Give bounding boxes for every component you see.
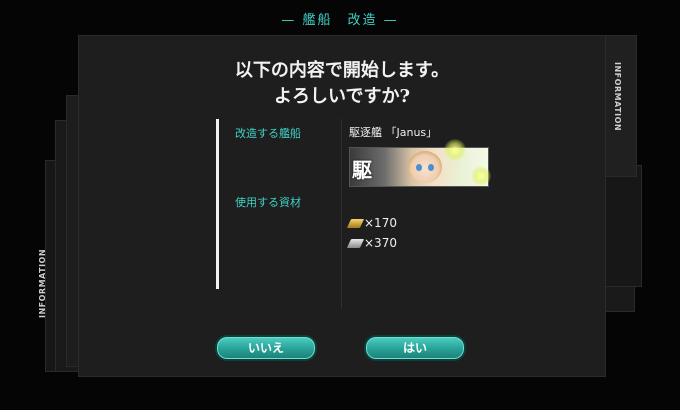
steel-icon (346, 239, 365, 248)
screen-title: — 艦船 改造 — (281, 13, 399, 28)
information-tab-right[interactable]: INFORMATION (613, 62, 622, 131)
resource-row-ammo: ×170 (346, 215, 397, 231)
question-line-2: よろしいですか? (273, 86, 410, 107)
resource-label: 使用する資材 (235, 196, 301, 209)
information-tab-left[interactable]: INFORMATION (38, 249, 47, 318)
confirm-dialog: 以下の内容で開始します。 よろしいですか? 改造する艦船 使用する資材 駆逐艦 … (78, 35, 606, 377)
yes-button[interactable]: はい (364, 335, 466, 361)
ammo-amount: ×170 (364, 216, 397, 230)
ammo-icon (346, 219, 365, 228)
ship-girl-portrait (408, 151, 442, 183)
resource-row-steel: ×370 (346, 235, 397, 251)
game-screen: — 艦船 改造 — INFORMATION INFORMATION 以下の内容で… (0, 0, 680, 410)
no-button[interactable]: いいえ (215, 335, 317, 361)
question-line-1: 以下の内容で開始します。 (234, 60, 450, 81)
column-divider (341, 119, 342, 309)
ship-type-emblem: 駆 (352, 158, 372, 182)
steel-amount: ×370 (364, 236, 397, 250)
ship-label: 改造する艦船 (235, 127, 301, 140)
ship-name: 駆逐艦 「Janus」 (349, 126, 438, 139)
sparkle-icon (444, 139, 466, 161)
confirm-question: 以下の内容で開始します。 よろしいですか? (79, 58, 605, 110)
sparkle-icon (471, 166, 491, 186)
divider-bar (216, 119, 219, 289)
ship-banner-image: 駆 (349, 147, 489, 187)
